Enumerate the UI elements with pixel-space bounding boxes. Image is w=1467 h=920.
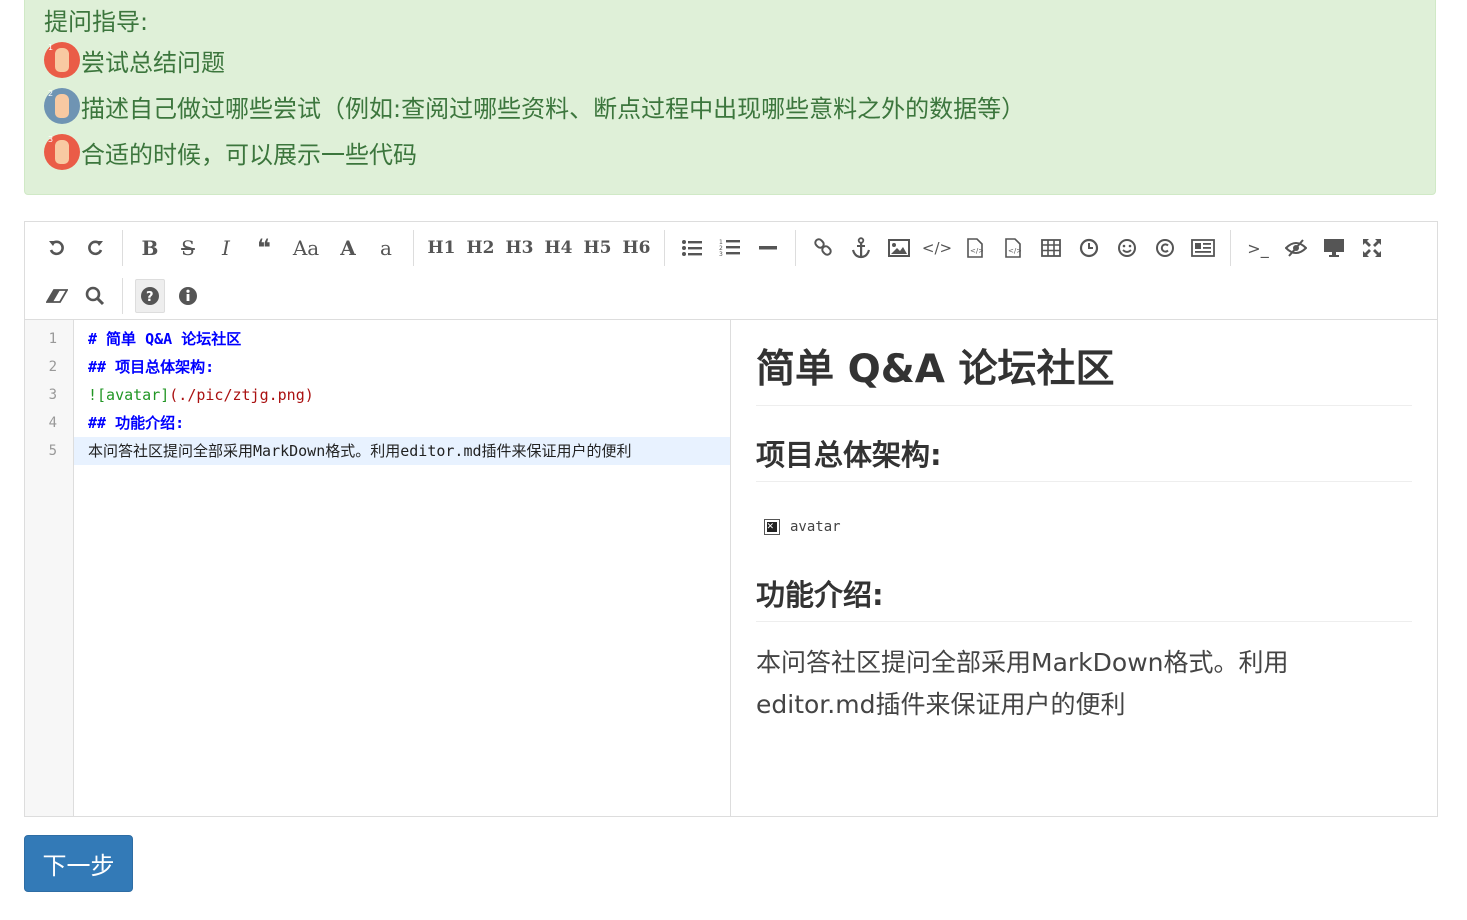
toolbar-divider — [1230, 230, 1231, 266]
datetime-icon[interactable] — [1074, 231, 1104, 265]
html-entities-icon[interactable] — [1150, 231, 1180, 265]
hand-three-icon: 3 — [44, 134, 80, 170]
help-icon[interactable]: ? — [135, 279, 165, 313]
svg-text:?: ? — [146, 290, 154, 305]
watch-toggle-icon[interactable] — [1281, 231, 1311, 265]
toolbar-divider — [122, 278, 123, 314]
table-icon[interactable] — [1036, 231, 1066, 265]
line-number-gutter: 1 2 3 4 5 — [25, 320, 74, 816]
next-step-button[interactable]: 下一步 — [24, 835, 133, 892]
guide-item-label: 描述自己做过哪些尝试（例如:查阅过哪些资料、断点过程中出现哪些意料之外的数据等） — [81, 94, 1026, 123]
preview-icon[interactable] — [1319, 231, 1349, 265]
broken-image-icon — [764, 519, 780, 535]
info-icon[interactable] — [173, 279, 203, 313]
line-number: 3 — [48, 387, 57, 403]
preview-image: avatar — [764, 516, 841, 538]
image-alt-text: avatar — [790, 519, 841, 535]
guide-item-3: 3 合适的时候，可以展示一些代码 — [44, 132, 417, 172]
code-heading-text: ## 功能介绍: — [88, 414, 185, 432]
code-block-icon[interactable]: </> — [960, 231, 990, 265]
ucwords-icon[interactable]: A — [333, 231, 363, 265]
code-line-1[interactable]: # 简单 Q&A 论坛社区 — [74, 325, 730, 353]
toolbar-divider — [795, 230, 796, 266]
h2-icon[interactable]: H2 — [465, 231, 496, 265]
uppercase-icon[interactable]: Aa — [287, 231, 325, 265]
undo-icon[interactable] — [42, 231, 72, 265]
guide-item-2: 2 描述自己做过哪些尝试（例如:查阅过哪些资料、断点过程中出现哪些意料之外的数据… — [44, 86, 1025, 126]
goto-line-icon[interactable]: >_ — [1243, 231, 1273, 265]
preview-h1: 简单 Q&A 论坛社区 — [756, 340, 1412, 406]
preview-h2-features: 功能介绍: — [756, 574, 1412, 622]
line-number: 5 — [48, 443, 57, 459]
toolbar-divider — [122, 230, 123, 266]
guide-title: 提问指导: — [44, 8, 149, 36]
h4-icon[interactable]: H4 — [543, 231, 574, 265]
editor-toolbar: B S I ❝ Aa A a H1 H2 H3 H4 H5 H6 123 </>… — [25, 222, 1437, 320]
redo-icon[interactable] — [80, 231, 110, 265]
code-image-syntax: ![avatar] — [88, 386, 170, 404]
preview-paragraph: 本问答社区提问全部采用MarkDown格式。利用editor.md插件来保证用户… — [756, 648, 1289, 719]
guide-item-label: 尝试总结问题 — [81, 48, 225, 77]
lowercase-icon[interactable]: a — [371, 231, 401, 265]
pagebreak-icon[interactable] — [1188, 231, 1218, 265]
toolbar-divider — [413, 230, 414, 266]
search-icon[interactable] — [80, 279, 110, 313]
code-line-2[interactable]: ## 项目总体架构: — [74, 353, 730, 381]
question-guide-alert: 提问指导: 1 尝试总结问题 2 描述自己做过哪些尝试（例如:查阅过哪些资料、断… — [24, 0, 1436, 195]
code-line-5-active[interactable]: 本问答社区提问全部采用MarkDown格式。利用editor.md插件来保证用户… — [74, 437, 730, 465]
bold-icon[interactable]: B — [135, 231, 165, 265]
fullscreen-icon[interactable] — [1357, 231, 1387, 265]
code-icon[interactable]: </> — [922, 231, 952, 265]
preview-h2-architecture: 项目总体架构: — [756, 434, 1412, 482]
code-heading-text: # 简单 Q&A 论坛社区 — [88, 330, 242, 348]
toolbar-row-1: B S I ❝ Aa A a H1 H2 H3 H4 H5 H6 123 </>… — [38, 229, 1391, 267]
ordered-list-icon[interactable]: 123 — [715, 231, 745, 265]
code-body-text: 本问答社区提问全部采用MarkDown格式。利用editor.md插件来保证用户… — [88, 442, 632, 460]
unordered-list-icon[interactable] — [677, 231, 707, 265]
emoji-icon[interactable] — [1112, 231, 1142, 265]
h3-icon[interactable]: H3 — [504, 231, 535, 265]
code-line-4[interactable]: ## 功能介绍: — [74, 409, 730, 437]
line-number: 2 — [48, 359, 57, 375]
quote-icon[interactable]: ❝ — [249, 231, 279, 265]
hand-one-icon: 1 — [44, 42, 80, 78]
image-icon[interactable] — [884, 231, 914, 265]
markdown-preview-pane: 简单 Q&A 论坛社区 项目总体架构: avatar 功能介绍: 本问答社区提问… — [732, 320, 1437, 816]
hand-two-icon: 2 — [44, 88, 80, 124]
h1-icon[interactable]: H1 — [426, 231, 457, 265]
markdown-code-pane[interactable]: 1 2 3 4 5 # 简单 Q&A 论坛社区 ## 项目总体架构: ![ava… — [25, 320, 731, 816]
toolbar-divider — [664, 230, 665, 266]
h6-icon[interactable]: H6 — [621, 231, 652, 265]
toolbar-row-2: ? — [38, 277, 207, 315]
svg-text:</>: </> — [970, 247, 983, 255]
preformatted-text-icon[interactable]: </> — [998, 231, 1028, 265]
italic-icon[interactable]: I — [211, 231, 241, 265]
code-image-url: (./pic/ztjg.png) — [169, 386, 314, 404]
line-number: 1 — [48, 331, 57, 347]
clear-eraser-icon[interactable] — [42, 279, 72, 313]
guide-item-label: 合适的时候，可以展示一些代码 — [81, 140, 417, 169]
svg-text:</>: </> — [1008, 247, 1021, 255]
strikethrough-icon[interactable]: S — [173, 231, 203, 265]
svg-text:3: 3 — [719, 251, 723, 258]
code-heading-text: ## 项目总体架构: — [88, 358, 215, 376]
line-number: 4 — [48, 415, 57, 431]
anchor-icon[interactable] — [846, 231, 876, 265]
horizontal-rule-icon[interactable] — [753, 231, 783, 265]
code-line-3[interactable]: ![avatar](./pic/ztjg.png) — [74, 381, 730, 409]
h5-icon[interactable]: H5 — [582, 231, 613, 265]
link-icon[interactable] — [808, 231, 838, 265]
guide-item-1: 1 尝试总结问题 — [44, 40, 225, 80]
markdown-editor: B S I ❝ Aa A a H1 H2 H3 H4 H5 H6 123 </>… — [24, 221, 1438, 817]
